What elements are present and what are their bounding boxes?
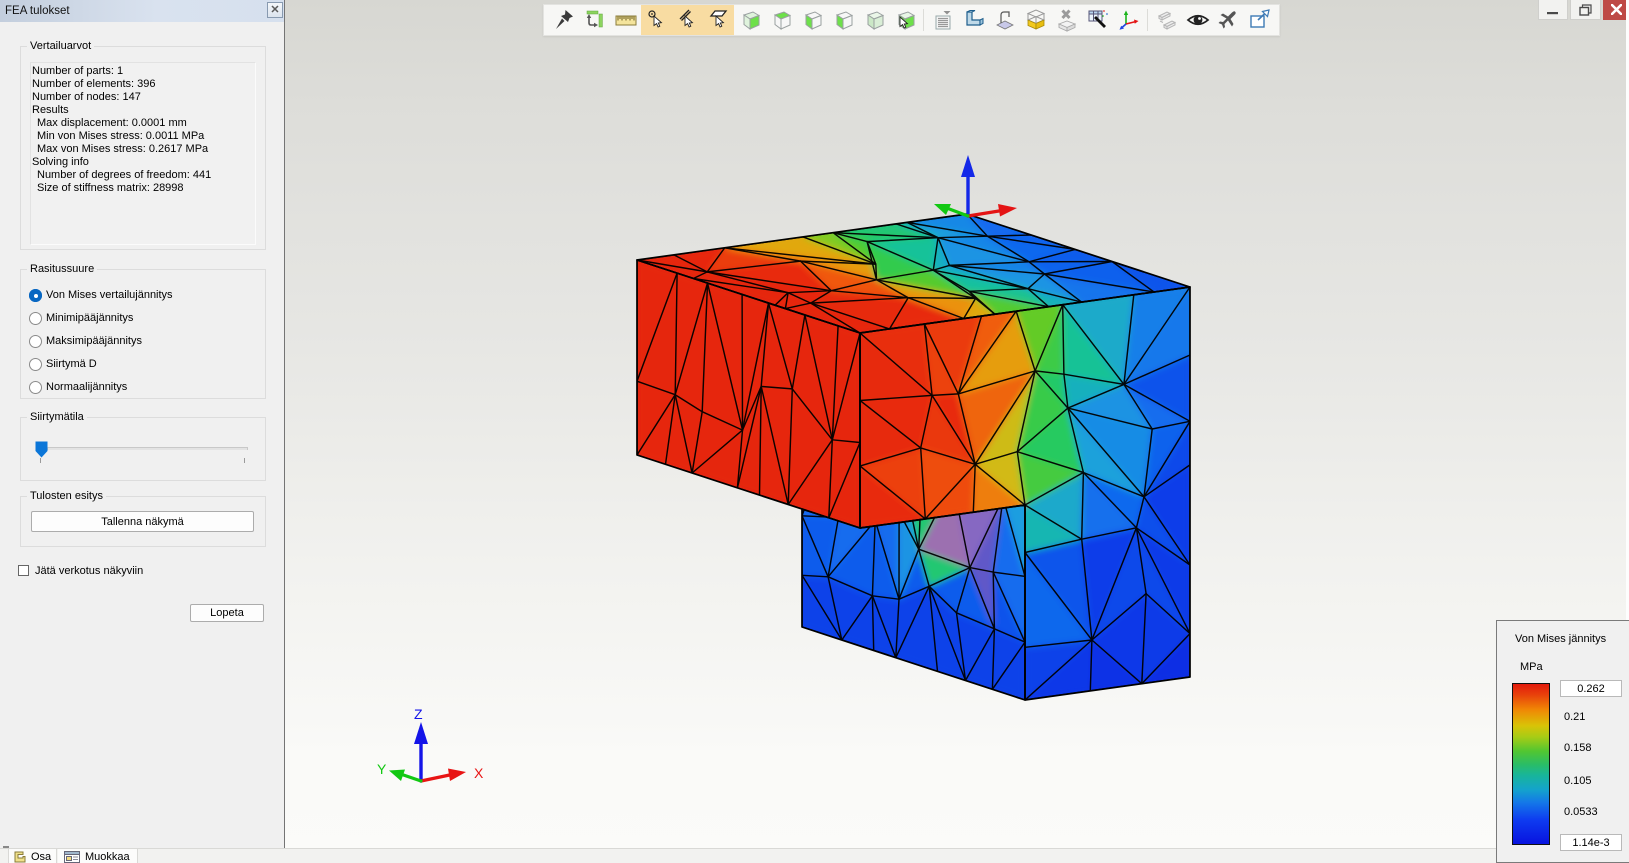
svg-text:*: * <box>1102 15 1104 21</box>
svg-text:X: X <box>474 765 484 781</box>
svg-text:Z: Z <box>414 706 423 722</box>
svg-text:Y: Y <box>377 761 387 777</box>
svg-text:*: * <box>1106 13 1108 19</box>
